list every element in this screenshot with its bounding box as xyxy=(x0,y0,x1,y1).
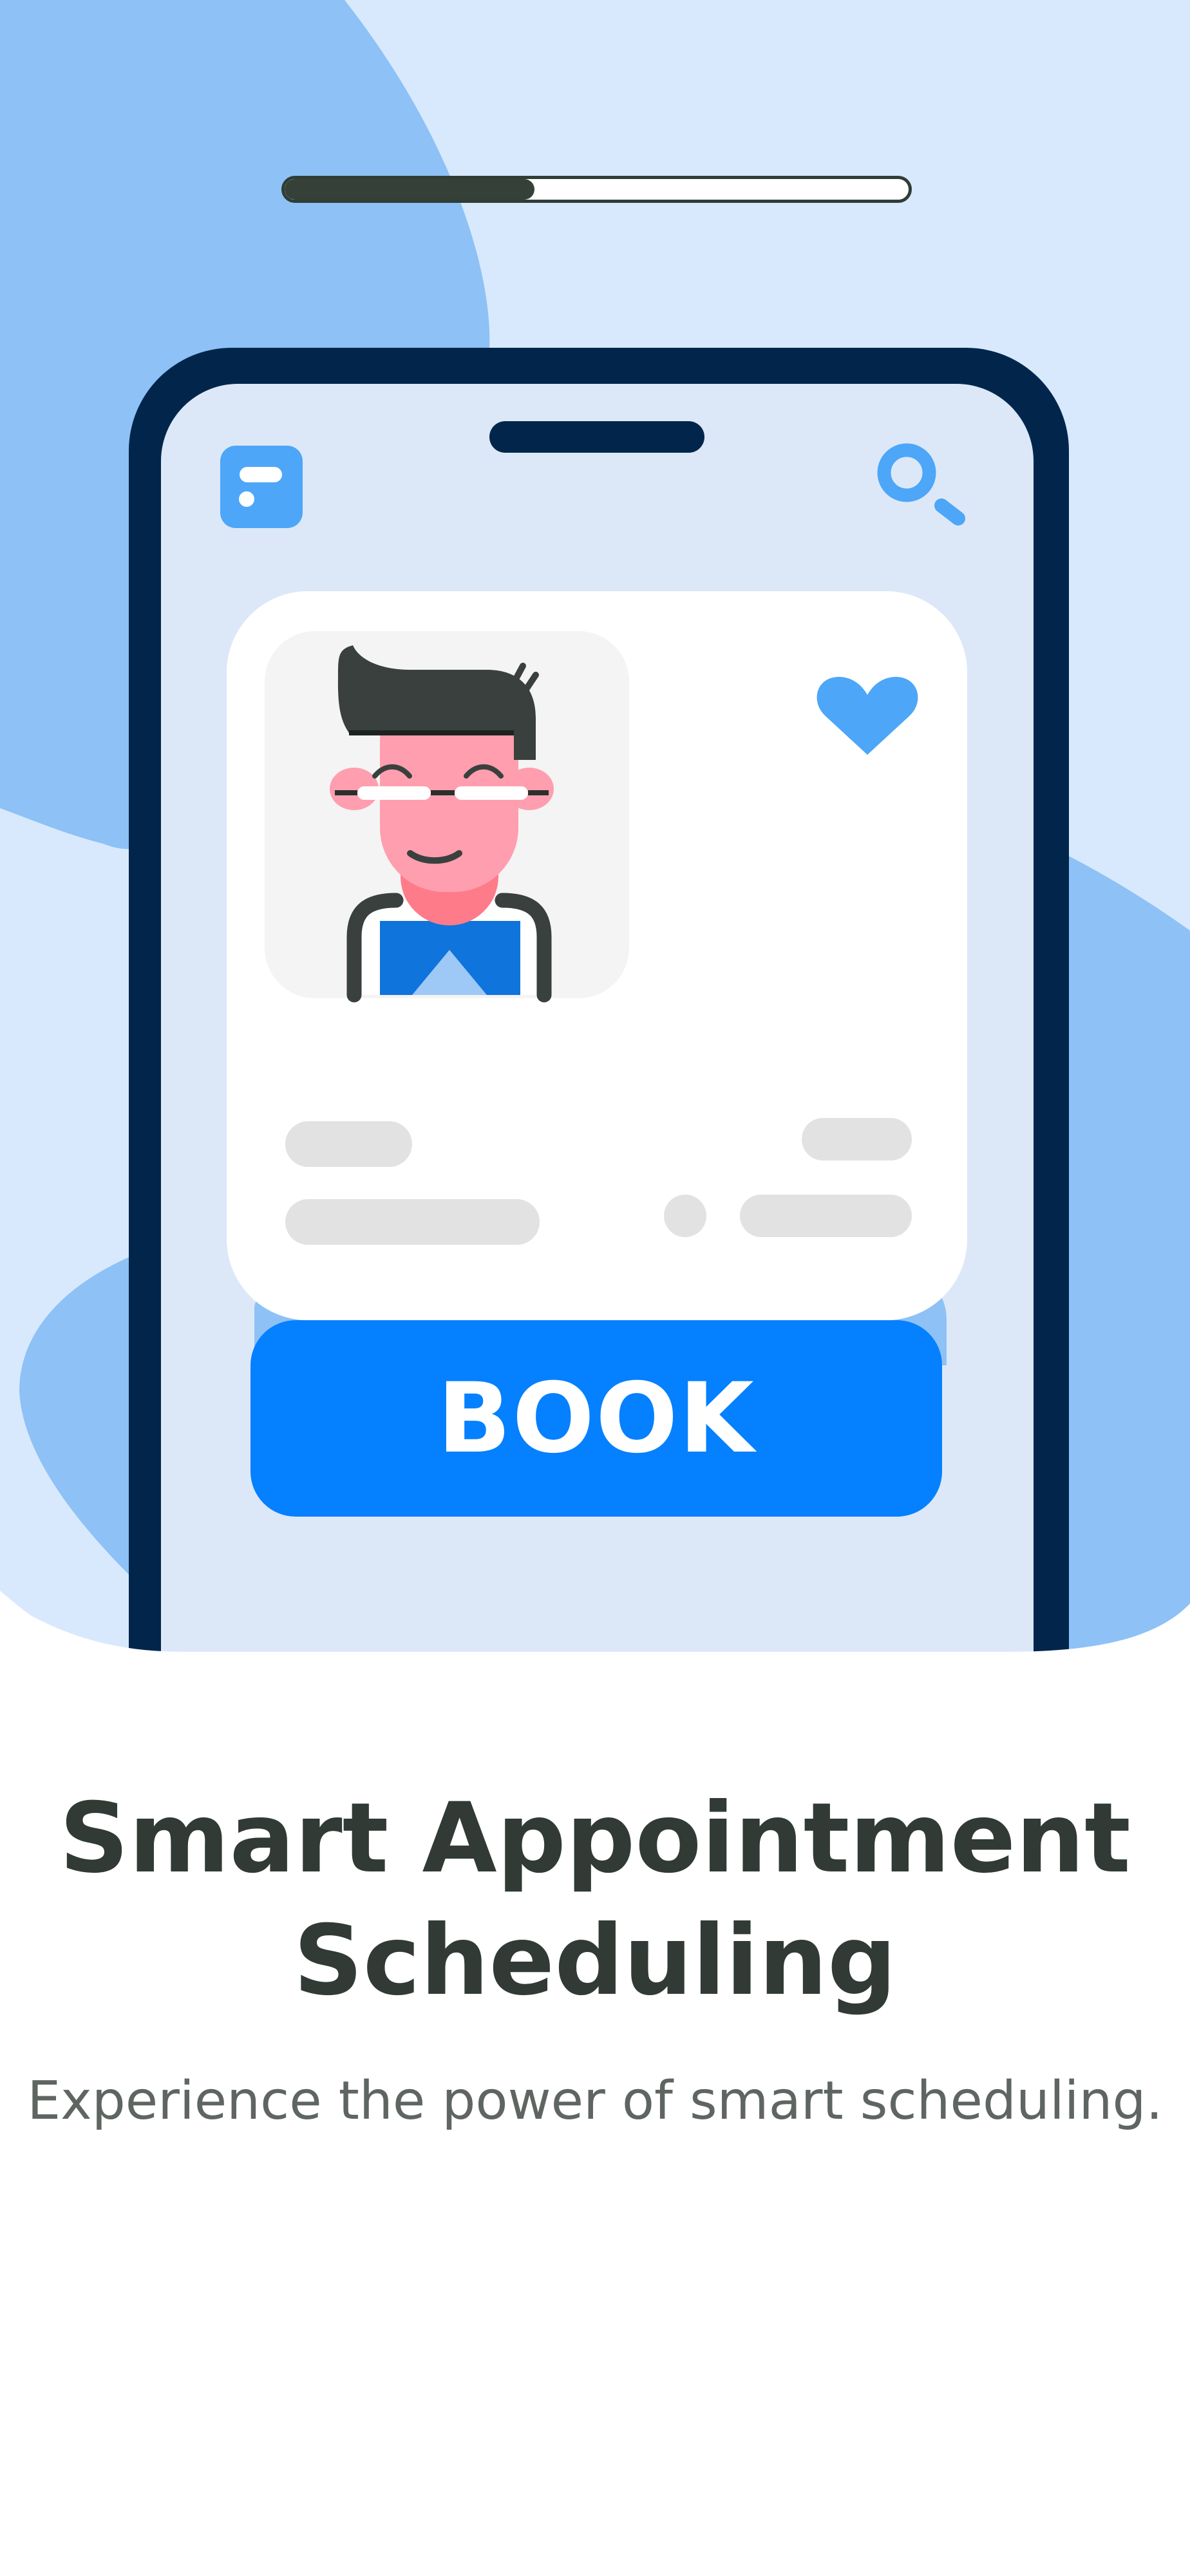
hero-illustration: BOOK xyxy=(0,0,1190,1652)
onboarding-progress-bar xyxy=(281,176,912,203)
doctor-avatar-icon xyxy=(265,631,629,1003)
onboarding-subtitle: Experience the power of smart scheduling… xyxy=(27,2070,1163,2132)
onboarding-screen: BOOK Smart Appointment Scheduling Experi… xyxy=(0,0,1190,2576)
book-button-label[interactable]: BOOK xyxy=(250,1320,942,1517)
app-logo-icon[interactable] xyxy=(220,446,303,528)
onboarding-title: Smart Appointment Scheduling xyxy=(59,1783,1131,2017)
onboarding-progress-fill xyxy=(285,179,534,200)
onboarding-copy: Smart Appointment Scheduling Experience … xyxy=(0,1777,1190,2137)
